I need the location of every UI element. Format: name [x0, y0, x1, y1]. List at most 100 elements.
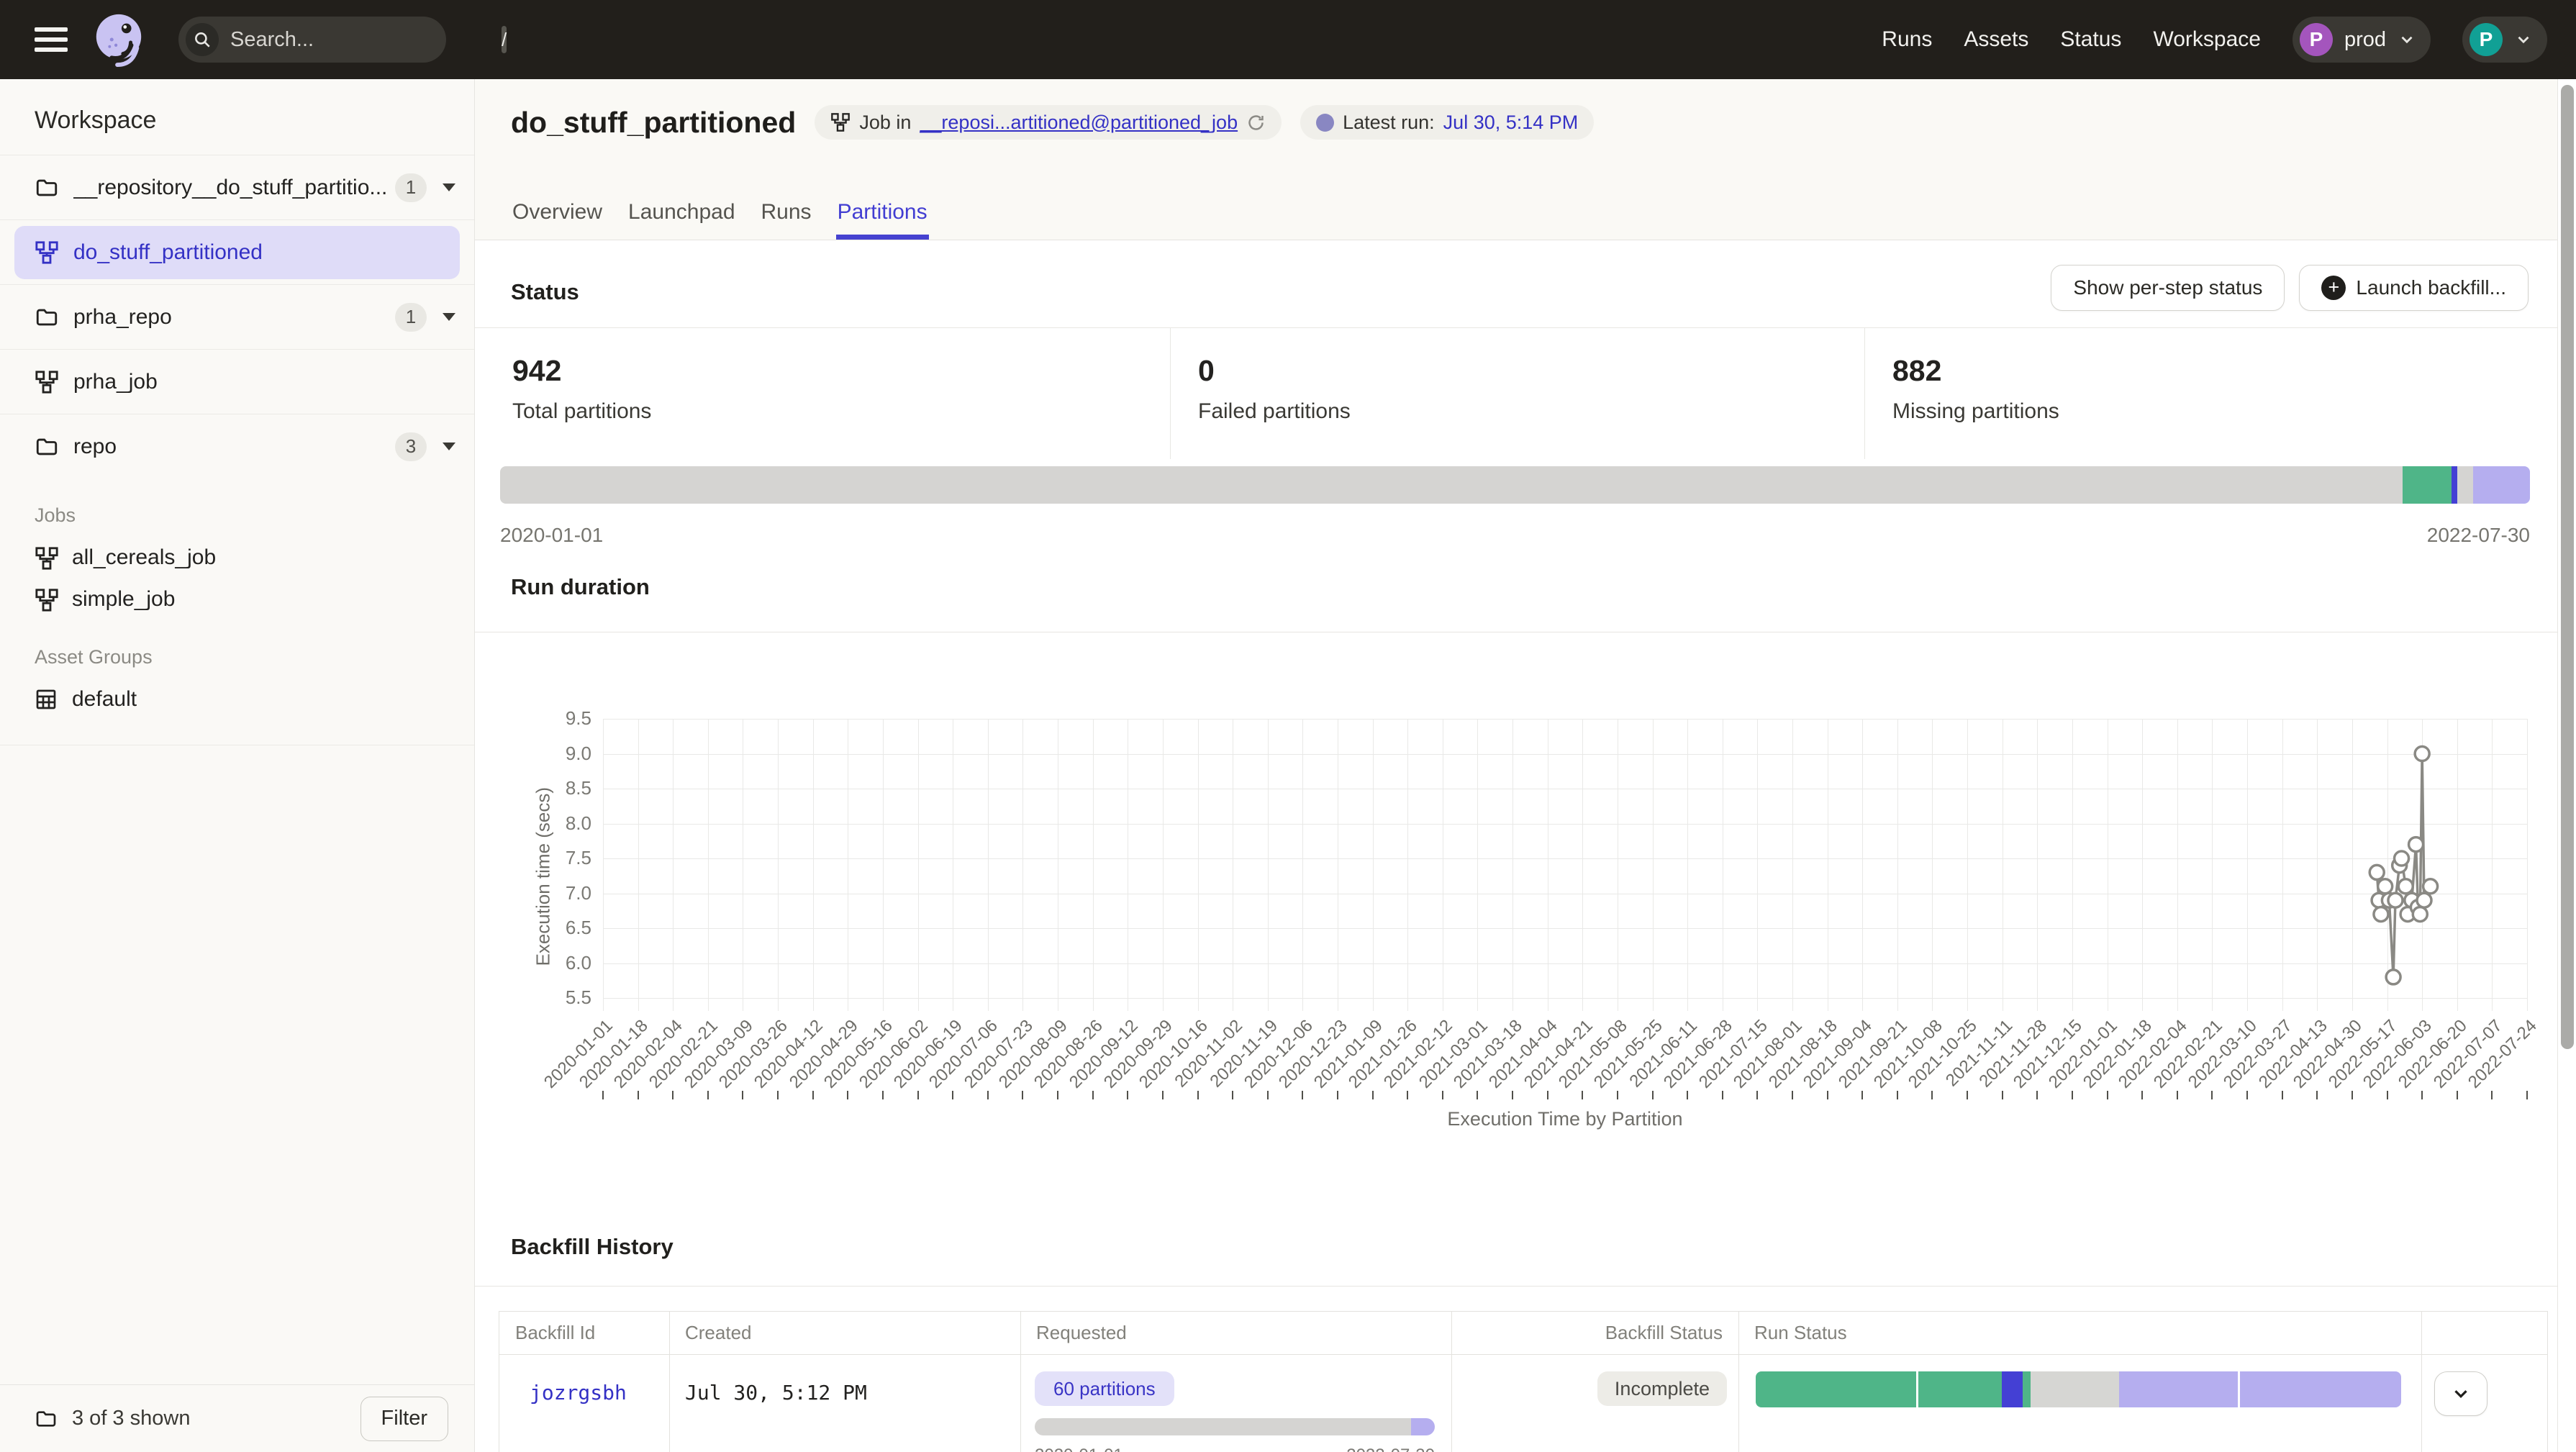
expand-row-button[interactable] [2434, 1371, 2487, 1416]
page-scrollbar[interactable] [2557, 79, 2576, 1452]
bar-segment [2119, 1371, 2239, 1407]
data-point[interactable] [2395, 851, 2409, 866]
axis-tick [1792, 1091, 1793, 1099]
asset-group-icon [35, 688, 58, 711]
axis-tick [2002, 1091, 2003, 1099]
axis-tick [1967, 1091, 1968, 1099]
filter-button[interactable]: Filter [360, 1397, 448, 1441]
axis-tick [2421, 1091, 2423, 1099]
axis-tick [952, 1091, 953, 1099]
main-content: do_stuff_partitioned Job in __reposi...a… [475, 79, 2557, 1452]
sidebar-item-repo[interactable]: repo3 [0, 414, 474, 478]
nav-link-status[interactable]: Status [2060, 27, 2121, 52]
data-point[interactable] [2413, 907, 2427, 922]
gridline [1093, 719, 1094, 1011]
caret-down-icon[interactable] [443, 443, 455, 450]
gridline [1373, 719, 1374, 1011]
data-point[interactable] [2398, 879, 2413, 894]
data-point[interactable] [2378, 879, 2393, 894]
gridline [1198, 719, 1199, 1011]
tab-runs[interactable]: Runs [760, 200, 813, 240]
tab-bar: Overview Launchpad Runs Partitions [511, 200, 929, 240]
chart-caption: Execution Time by Partition [603, 1108, 2527, 1130]
partition-status-bar[interactable] [500, 466, 2530, 504]
data-point[interactable] [2409, 838, 2423, 852]
axis-tick [1267, 1091, 1269, 1099]
search-shortcut-badge: / [502, 26, 507, 53]
tab-partitions[interactable]: Partitions [836, 200, 929, 240]
nav-link-workspace[interactable]: Workspace [2153, 27, 2261, 52]
scrollbar-thumb[interactable] [2561, 85, 2574, 1049]
axis-tick [1617, 1091, 1618, 1099]
menu-icon[interactable] [35, 27, 68, 52]
nav-link-runs[interactable]: Runs [1882, 27, 1932, 52]
run-status-cell [1738, 1355, 2421, 1452]
user-menu[interactable]: P [2462, 17, 2547, 63]
axis-tick [2316, 1091, 2318, 1099]
gridline [918, 719, 919, 1011]
backfill-table-header: Backfill IdCreatedRequestedBackfill Stat… [499, 1312, 2547, 1355]
caret-down-icon[interactable] [443, 313, 455, 321]
data-point[interactable] [2423, 879, 2438, 894]
gridline [1932, 719, 1933, 1011]
item-count-badge: 3 [395, 432, 427, 461]
chevron-down-icon [2398, 30, 2416, 49]
dagster-app: / RunsAssetsStatusWorkspace P prod P Wor… [0, 0, 2576, 1452]
column-header-requested: Requested [1020, 1312, 1451, 1354]
sidebar-item--repository-do-stuff-partitio-[interactable]: __repository__do_stuff_partitio...1 [0, 155, 474, 219]
requested-partitions-chip[interactable]: 60 partitions [1035, 1371, 1174, 1406]
tab-overview[interactable]: Overview [511, 200, 604, 240]
gridline [2527, 719, 2528, 1011]
sidebar-job-simple_job[interactable]: simple_job [35, 578, 474, 620]
sidebar-item-label: simple_job [72, 587, 175, 612]
data-point[interactable] [2372, 893, 2386, 907]
search-box[interactable]: / [178, 17, 446, 63]
gridline [1582, 719, 1583, 1011]
status-section-title: Status [511, 279, 579, 305]
data-point[interactable] [2417, 893, 2431, 907]
bar-segment [1918, 1371, 2003, 1407]
data-point[interactable] [2393, 858, 2407, 873]
axis-tick [1372, 1091, 1374, 1099]
axis-tick [1197, 1091, 1199, 1099]
search-input[interactable] [230, 28, 502, 52]
caret-down-icon[interactable] [443, 183, 455, 191]
data-point[interactable] [2374, 907, 2388, 922]
data-point[interactable] [2382, 893, 2396, 907]
sidebar-item-prha-job[interactable]: prha_job [0, 349, 474, 414]
data-point[interactable] [2415, 747, 2429, 761]
axis-tick [1232, 1091, 1233, 1099]
sidebar-job-all_cereals_job[interactable]: all_cereals_job [35, 537, 474, 578]
run-duration-title: Run duration [511, 574, 650, 600]
dagster-logo-icon[interactable] [91, 12, 147, 68]
sidebar-item-label: prha_repo [73, 305, 172, 330]
refresh-icon[interactable] [1246, 113, 1266, 132]
axis-tick [742, 1091, 743, 1099]
axis-tick [987, 1091, 989, 1099]
data-point[interactable] [2369, 865, 2384, 879]
jobs-group-label: Jobs [35, 504, 474, 527]
stat-label: Missing partitions [1892, 399, 2557, 424]
sidebar-asset-group-default[interactable]: default [35, 679, 474, 720]
tab-launchpad[interactable]: Launchpad [627, 200, 736, 240]
job-origin-link[interactable]: __reposi...artitioned@partitioned_job [920, 112, 1238, 134]
data-point[interactable] [2400, 907, 2415, 922]
bar-segment [2452, 466, 2457, 504]
axis-tick [2282, 1091, 2283, 1099]
y-axis-label: Execution time (secs) [532, 750, 555, 966]
show-per-step-status-button[interactable]: Show per-step status [2051, 265, 2285, 311]
data-point[interactable] [2405, 893, 2419, 907]
sidebar-item-prha-repo[interactable]: prha_repo1 [0, 284, 474, 349]
data-point[interactable] [2386, 970, 2400, 984]
nav-link-assets[interactable]: Assets [1964, 27, 2028, 52]
backfill-id-link[interactable]: jozrgsbh [499, 1355, 669, 1452]
data-point[interactable] [2411, 900, 2425, 915]
data-point[interactable] [2388, 893, 2403, 907]
deployment-switcher[interactable]: P prod [2292, 17, 2431, 63]
axis-tick [847, 1091, 848, 1099]
latest-run-link[interactable]: Jul 30, 5:14 PM [1443, 112, 1579, 134]
sidebar-item-do-stuff-partitioned[interactable]: do_stuff_partitioned [14, 226, 460, 279]
bar-segment [2473, 466, 2530, 504]
launch-backfill-button[interactable]: + Launch backfill... [2299, 265, 2529, 311]
run-status-bar[interactable] [1756, 1371, 2401, 1407]
